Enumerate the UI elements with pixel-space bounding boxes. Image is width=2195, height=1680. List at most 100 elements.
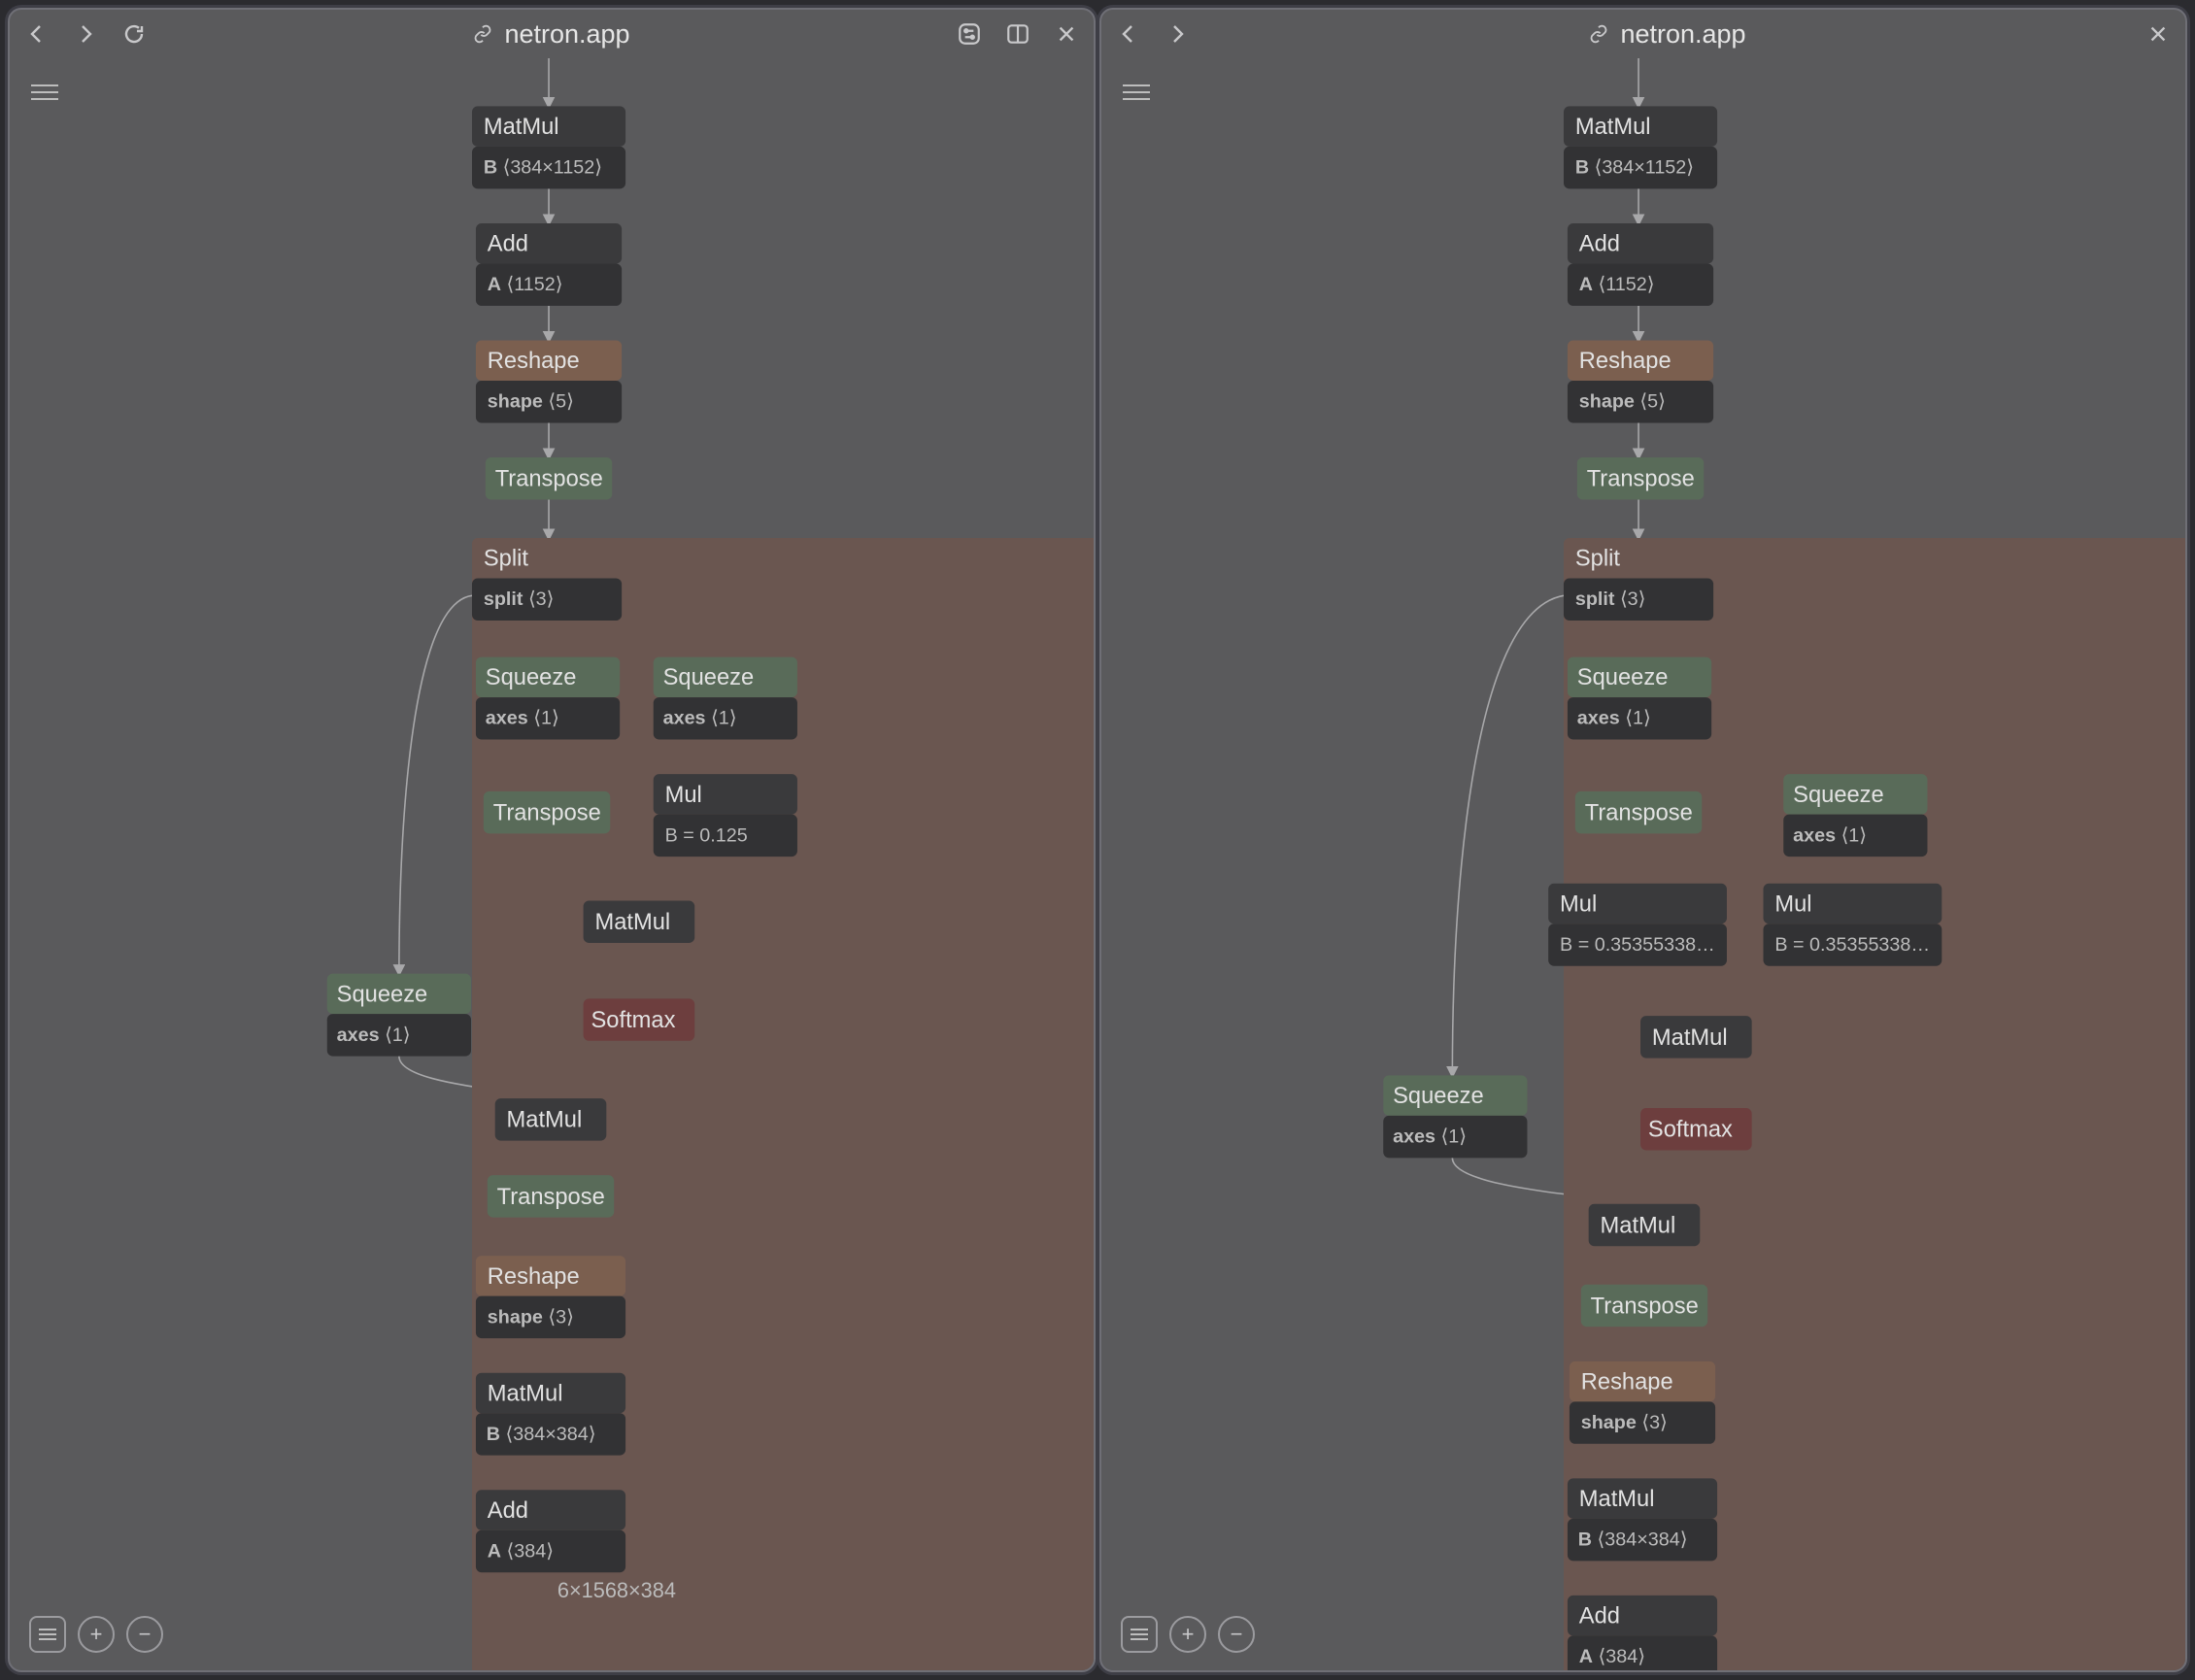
svg-text:B = 0.125: B = 0.125	[665, 824, 748, 846]
svg-text:split ⟨3⟩: split ⟨3⟩	[484, 588, 555, 610]
svg-text:B ⟨384×384⟩: B ⟨384×384⟩	[1578, 1529, 1688, 1551]
url-text[interactable]: netron.app	[1620, 19, 1745, 50]
forward-icon[interactable]	[72, 20, 99, 48]
svg-text:Squeeze: Squeeze	[337, 982, 428, 1007]
graph-canvas-right[interactable]: MatMul B ⟨384×1152⟩ Add A ⟨1152⟩ Reshape…	[1101, 58, 2185, 1670]
node-mul[interactable]: Mul B = 0.125	[654, 774, 797, 857]
back-icon[interactable]	[1115, 20, 1142, 48]
svg-text:Add: Add	[1579, 1604, 1620, 1630]
svg-text:B ⟨384×384⟩: B ⟨384×384⟩	[487, 1424, 596, 1445]
svg-text:MatMul: MatMul	[507, 1108, 583, 1133]
node-squeeze[interactable]: Squeeze axes ⟨1⟩	[327, 974, 471, 1057]
svg-text:shape ⟨5⟩: shape ⟨5⟩	[488, 391, 574, 413]
list-button[interactable]	[1121, 1616, 1158, 1653]
svg-text:MatMul: MatMul	[1601, 1213, 1676, 1238]
svg-text:Transpose: Transpose	[1587, 467, 1695, 492]
svg-text:Transpose: Transpose	[1591, 1294, 1699, 1319]
node-reshape[interactable]: Reshape shape ⟨3⟩	[476, 1256, 625, 1338]
svg-text:Squeeze: Squeeze	[1577, 665, 1669, 690]
node-add[interactable]: Add A ⟨384⟩	[1568, 1596, 1717, 1670]
svg-text:MatMul: MatMul	[1579, 1487, 1655, 1512]
pane-right: netron.app	[1099, 8, 2187, 1672]
node-matmul[interactable]: MatMul	[1640, 1016, 1752, 1058]
svg-text:Reshape: Reshape	[488, 1264, 580, 1290]
node-matmul[interactable]: MatMul B ⟨384×384⟩	[1568, 1478, 1717, 1561]
list-button[interactable]	[29, 1616, 66, 1653]
forward-icon[interactable]	[1164, 20, 1191, 48]
node-mul[interactable]: Mul B = 0.35355338…	[1764, 884, 1942, 966]
link-icon	[1589, 24, 1608, 44]
svg-text:B ⟨384×1152⟩: B ⟨384×1152⟩	[484, 157, 602, 179]
svg-text:A ⟨1152⟩: A ⟨1152⟩	[1579, 274, 1655, 295]
svg-text:Mul: Mul	[665, 783, 702, 808]
svg-text:Split: Split	[1575, 547, 1621, 572]
url-text[interactable]: netron.app	[504, 19, 629, 50]
svg-text:axes ⟨1⟩: axes ⟨1⟩	[1793, 824, 1867, 846]
node-squeeze[interactable]: Squeeze axes ⟨1⟩	[1568, 657, 1711, 740]
svg-text:MatMul: MatMul	[484, 115, 559, 140]
split-view-icon[interactable]	[1004, 20, 1031, 48]
svg-text:Squeeze: Squeeze	[663, 665, 755, 690]
svg-text:split ⟨3⟩: split ⟨3⟩	[1575, 588, 1646, 610]
svg-text:B = 0.35355338…: B = 0.35355338…	[1560, 934, 1715, 956]
svg-text:Squeeze: Squeeze	[486, 665, 577, 690]
settings-icon[interactable]	[956, 20, 983, 48]
svg-text:axes ⟨1⟩: axes ⟨1⟩	[663, 708, 737, 729]
node-transpose[interactable]: Transpose	[1575, 791, 1702, 833]
close-icon[interactable]	[1053, 20, 1080, 48]
node-squeeze[interactable]: Squeeze axes ⟨1⟩	[1383, 1075, 1527, 1158]
node-softmax[interactable]: Softmax	[1640, 1108, 1752, 1150]
node-squeeze[interactable]: Squeeze axes ⟨1⟩	[654, 657, 797, 740]
node-softmax[interactable]: Softmax	[584, 998, 695, 1040]
node-add[interactable]: Add A ⟨1152⟩	[1568, 223, 1713, 306]
zoom-out-button[interactable]: −	[126, 1616, 163, 1653]
svg-text:A ⟨384⟩: A ⟨384⟩	[488, 1540, 554, 1562]
node-matmul[interactable]: MatMul	[584, 901, 695, 943]
node-add[interactable]: Add A ⟨384⟩	[476, 1490, 625, 1572]
node-transpose[interactable]: Transpose	[484, 791, 610, 833]
svg-text:Reshape: Reshape	[488, 349, 580, 374]
zoom-out-button[interactable]: −	[1218, 1616, 1255, 1653]
graph-canvas-left[interactable]: MatMul B ⟨384×1152⟩ Add A ⟨1152⟩ Reshape…	[10, 58, 1094, 1670]
node-matmul[interactable]: MatMul	[1589, 1204, 1701, 1246]
node-matmul[interactable]: MatMul B ⟨384×1152⟩	[472, 106, 625, 188]
svg-text:B ⟨384×1152⟩: B ⟨384×1152⟩	[1575, 157, 1694, 179]
node-transpose[interactable]: Transpose	[1581, 1285, 1707, 1327]
reload-icon[interactable]	[120, 20, 148, 48]
svg-text:Transpose: Transpose	[497, 1185, 605, 1210]
back-icon[interactable]	[23, 20, 51, 48]
node-matmul[interactable]: MatMul B ⟨384×1152⟩	[1564, 106, 1717, 188]
svg-text:axes ⟨1⟩: axes ⟨1⟩	[1577, 708, 1651, 729]
svg-text:Mul: Mul	[1774, 891, 1811, 917]
node-reshape[interactable]: Reshape shape ⟨5⟩	[1568, 341, 1713, 423]
zoom-in-button[interactable]: +	[78, 1616, 115, 1653]
svg-text:shape ⟨5⟩: shape ⟨5⟩	[1579, 391, 1666, 413]
zoom-in-button[interactable]: +	[1169, 1616, 1206, 1653]
node-transpose[interactable]: Transpose	[486, 457, 612, 499]
menu-icon[interactable]	[1123, 80, 1150, 103]
link-icon	[473, 24, 492, 44]
node-squeeze[interactable]: Squeeze axes ⟨1⟩	[476, 657, 620, 740]
svg-text:Transpose: Transpose	[493, 801, 601, 826]
menu-icon[interactable]	[31, 80, 58, 103]
svg-text:Add: Add	[488, 232, 528, 257]
svg-text:MatMul: MatMul	[488, 1381, 563, 1406]
svg-text:axes ⟨1⟩: axes ⟨1⟩	[1393, 1126, 1467, 1148]
node-transpose[interactable]: Transpose	[1577, 457, 1704, 499]
node-matmul[interactable]: MatMul	[495, 1098, 607, 1140]
svg-text:shape ⟨3⟩: shape ⟨3⟩	[488, 1306, 574, 1327]
svg-text:Squeeze: Squeeze	[1393, 1084, 1484, 1109]
node-squeeze[interactable]: Squeeze axes ⟨1⟩	[1783, 774, 1927, 857]
svg-text:axes ⟨1⟩: axes ⟨1⟩	[337, 1025, 411, 1046]
node-matmul[interactable]: MatMul B ⟨384×384⟩	[476, 1373, 625, 1456]
node-reshape[interactable]: Reshape shape ⟨5⟩	[476, 341, 622, 423]
svg-text:Reshape: Reshape	[1579, 349, 1672, 374]
node-reshape[interactable]: Reshape shape ⟨3⟩	[1570, 1361, 1715, 1444]
node-mul[interactable]: Mul B = 0.35355338…	[1548, 884, 1727, 966]
titlebar: netron.app	[1101, 10, 2185, 58]
svg-text:MatMul: MatMul	[594, 910, 670, 935]
close-icon[interactable]	[2144, 20, 2172, 48]
svg-text:A ⟨384⟩: A ⟨384⟩	[1579, 1646, 1645, 1667]
node-transpose[interactable]: Transpose	[488, 1175, 614, 1217]
node-add[interactable]: Add A ⟨1152⟩	[476, 223, 622, 306]
